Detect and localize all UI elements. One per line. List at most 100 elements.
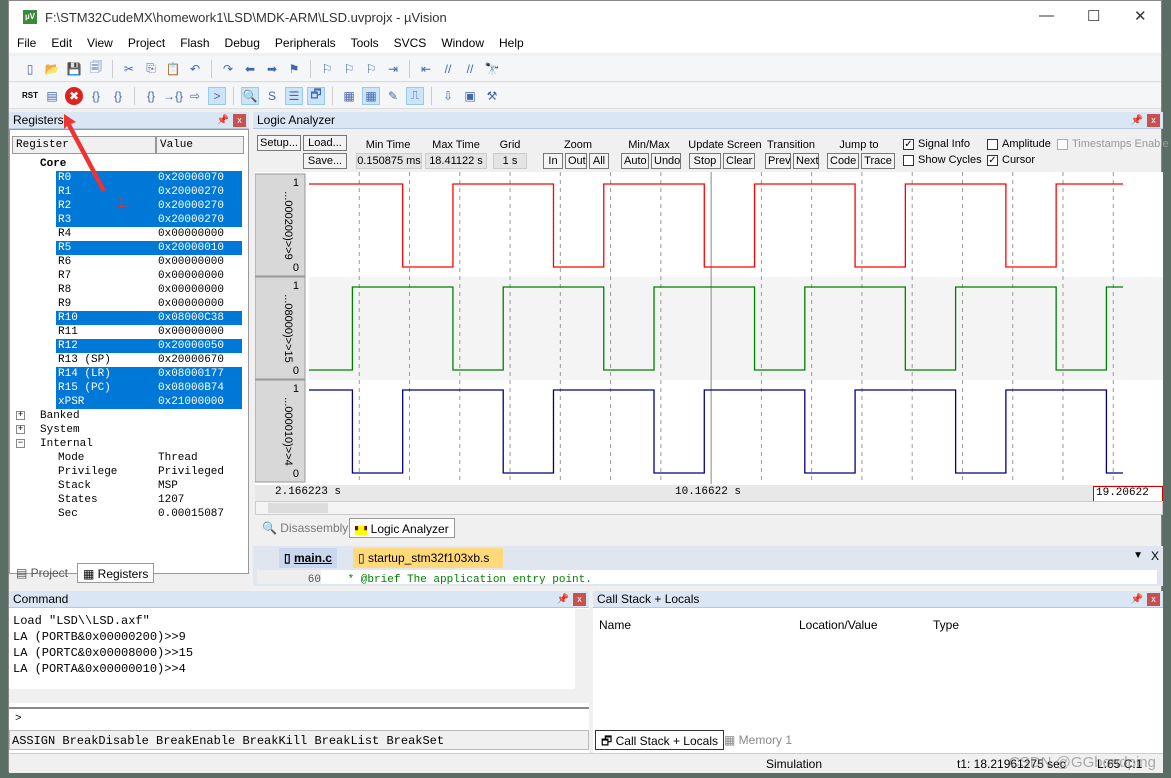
- tab-disassembly[interactable]: 🔍 Disassembly: [257, 518, 353, 538]
- pin-icon[interactable]: 📌: [1131, 591, 1143, 608]
- pin-icon[interactable]: 📌: [217, 112, 229, 129]
- indent-icon[interactable]: ⇥: [384, 60, 402, 78]
- jump-code-button[interactable]: Code: [827, 153, 859, 169]
- register-row[interactable]: R7 0x00000000: [56, 269, 242, 283]
- register-row[interactable]: R8 0x00000000: [56, 283, 242, 297]
- internal-row[interactable]: Stack MSP: [56, 479, 242, 493]
- menu-debug[interactable]: Debug: [225, 36, 260, 50]
- undo-icon[interactable]: ↶: [186, 60, 204, 78]
- register-row[interactable]: R15 (PC) 0x08000B74: [56, 381, 242, 395]
- comment-icon[interactable]: //: [439, 60, 457, 78]
- close-editor-button[interactable]: X: [1151, 549, 1159, 563]
- tab-project[interactable]: ▤ Project: [11, 563, 73, 583]
- expand-icon[interactable]: +: [16, 425, 25, 434]
- checkbox[interactable]: [903, 154, 914, 166]
- internal-row[interactable]: Privilege Privileged: [56, 465, 242, 479]
- tab-call-stack[interactable]: 🗗 Call Stack + Locals: [595, 730, 724, 750]
- step-out-icon[interactable]: {}: [142, 87, 160, 105]
- checkbox[interactable]: ✓: [903, 138, 914, 150]
- code-line[interactable]: 60 * @brief The application entry point.: [257, 570, 1157, 584]
- horizontal-scrollbar[interactable]: [255, 501, 1163, 515]
- register-row[interactable]: R3 0x20000270: [56, 213, 242, 227]
- stop-icon[interactable]: ✖: [65, 86, 83, 105]
- toolbox-icon[interactable]: ⚒: [483, 87, 501, 105]
- register-row[interactable]: R2 0x20000270: [56, 199, 242, 213]
- watch-window-icon[interactable]: ▦: [340, 87, 358, 105]
- reset-cpu-button[interactable]: RST: [21, 87, 39, 105]
- redo-icon[interactable]: ↷: [219, 60, 237, 78]
- register-row[interactable]: R9 0x00000000: [56, 297, 242, 311]
- jump-trace-button[interactable]: Trace: [861, 153, 895, 169]
- forward-icon[interactable]: ➡: [263, 60, 281, 78]
- tree-node-internal[interactable]: Internal: [38, 437, 242, 451]
- menu-view[interactable]: View: [87, 36, 113, 50]
- register-row[interactable]: R14 (LR) 0x08000177: [56, 367, 242, 381]
- command-vscrollbar[interactable]: [575, 609, 589, 689]
- symbols-window-icon[interactable]: S: [263, 87, 281, 105]
- menu-peripherals[interactable]: Peripherals: [275, 36, 336, 50]
- disassembly-window-icon[interactable]: 🔍: [241, 86, 259, 105]
- tree-node-system[interactable]: System: [38, 423, 242, 437]
- register-row[interactable]: R10 0x08000C38: [56, 311, 242, 325]
- run-icon[interactable]: ▤: [43, 87, 61, 105]
- bookmark-icon[interactable]: ⚑: [285, 60, 303, 78]
- maximize-button[interactable]: ☐: [1087, 7, 1100, 25]
- signal-label-box[interactable]: [255, 173, 306, 277]
- tree-node-banked[interactable]: Banked: [38, 409, 242, 423]
- column-header-name[interactable]: Name: [599, 618, 631, 632]
- pin-icon[interactable]: 📌: [1131, 112, 1143, 129]
- menu-project[interactable]: Project: [128, 36, 165, 50]
- find-in-files-icon[interactable]: 🔭: [483, 60, 501, 78]
- open-icon[interactable]: 📂: [43, 60, 61, 78]
- close-panel-button[interactable]: x: [1147, 593, 1160, 606]
- signal-info-checkbox[interactable]: ✓ Signal Info: [903, 138, 970, 150]
- clear-button[interactable]: Clear: [723, 153, 755, 169]
- show-cycles-checkbox[interactable]: Show Cycles: [903, 154, 982, 166]
- menu-svcs[interactable]: SVCS: [394, 36, 427, 50]
- call-stack-window-icon[interactable]: 🗗: [307, 86, 325, 105]
- next-bookmark-icon[interactable]: ⚐: [340, 60, 358, 78]
- save-icon[interactable]: 💾: [65, 60, 83, 78]
- column-header-location[interactable]: Location/Value: [799, 618, 878, 632]
- memory-window-icon[interactable]: ▦: [362, 86, 380, 105]
- command-input[interactable]: >: [9, 707, 589, 729]
- checkbox[interactable]: [987, 138, 998, 150]
- register-row[interactable]: xPSR 0x21000000: [56, 395, 242, 409]
- tab-logic-analyzer[interactable]: ▟▙ Logic Analyzer: [349, 518, 455, 538]
- amplitude-checkbox[interactable]: Amplitude: [987, 138, 1051, 150]
- undo-button[interactable]: Undo: [651, 153, 681, 169]
- save-button[interactable]: Save...: [303, 153, 347, 169]
- scrollbar-thumb[interactable]: [268, 503, 328, 513]
- menu-flash[interactable]: Flash: [180, 36, 209, 50]
- show-next-icon[interactable]: ⇨: [186, 87, 204, 105]
- analysis-window-icon[interactable]: ⎍: [406, 86, 424, 105]
- waveform-display[interactable]: ...000200)>>9 1 0 ...08000)>>15 1 0 ...000010)…: [255, 172, 1163, 502]
- menu-file[interactable]: File: [17, 36, 36, 50]
- prev-transition-button[interactable]: Prev: [765, 153, 791, 169]
- tab-list-dropdown[interactable]: ▼: [1133, 550, 1143, 561]
- register-row[interactable]: R4 0x00000000: [56, 227, 242, 241]
- column-header-value[interactable]: Value: [156, 136, 244, 154]
- zoom-in-button[interactable]: In: [543, 153, 563, 169]
- tab-startup[interactable]: ▯ startup_stm32f103xb.s: [353, 548, 503, 568]
- stop-update-button[interactable]: Stop: [689, 153, 721, 169]
- unindent-icon[interactable]: ⇤: [417, 60, 435, 78]
- tab-memory-1[interactable]: ▦ Memory 1: [719, 730, 797, 750]
- new-file-icon[interactable]: ▯: [21, 60, 39, 78]
- collapse-icon[interactable]: −: [16, 439, 25, 448]
- back-icon[interactable]: ⬅: [241, 60, 259, 78]
- expand-icon[interactable]: +: [16, 411, 25, 420]
- column-header-type[interactable]: Type: [933, 618, 959, 632]
- prev-bookmark-icon[interactable]: ⚐: [318, 60, 336, 78]
- clear-bookmarks-icon[interactable]: ⚐: [362, 60, 380, 78]
- copy-icon[interactable]: ⎘: [142, 60, 160, 78]
- registers-window-icon[interactable]: ☰: [285, 86, 303, 105]
- run-to-cursor-icon[interactable]: →{}: [163, 87, 183, 105]
- paste-icon[interactable]: 📋: [164, 60, 182, 78]
- close-panel-button[interactable]: x: [1147, 114, 1160, 127]
- signal-label-box[interactable]: [255, 276, 306, 380]
- menu-edit[interactable]: Edit: [51, 36, 72, 50]
- close-panel-button[interactable]: x: [233, 114, 246, 127]
- zoom-out-button[interactable]: Out: [565, 153, 587, 169]
- serial-window-icon[interactable]: ✎: [384, 87, 402, 105]
